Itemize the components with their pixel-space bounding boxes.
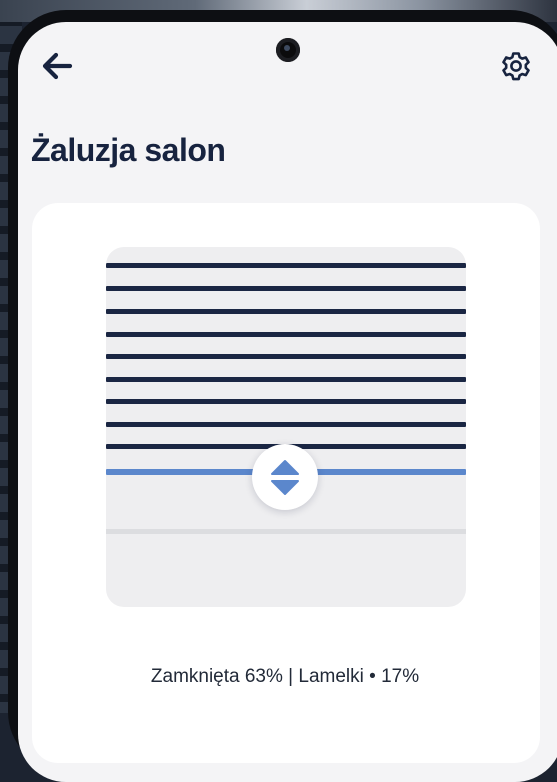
blind-bottom-rail <box>106 529 466 534</box>
blind-slat <box>106 422 466 427</box>
blind-slat <box>106 377 466 382</box>
arrow-left-icon <box>42 52 73 80</box>
blind-slat <box>106 263 466 268</box>
front-camera <box>276 38 300 62</box>
blind-slat <box>106 354 466 359</box>
back-button[interactable] <box>38 49 76 83</box>
blind-slat <box>106 286 466 291</box>
settings-button[interactable] <box>498 48 534 84</box>
page-title: Żaluzja salon <box>31 132 226 168</box>
blind-slat <box>106 399 466 404</box>
blind-slat <box>106 309 466 314</box>
blind-drag-handle[interactable] <box>252 444 318 510</box>
up-down-arrows-icon <box>271 460 299 495</box>
blind-slat <box>106 332 466 337</box>
gear-icon <box>502 52 530 81</box>
blind-status-text: Zamknięta 63% | Lamelki • 17% <box>150 666 420 687</box>
blind-visualization[interactable] <box>106 247 466 607</box>
